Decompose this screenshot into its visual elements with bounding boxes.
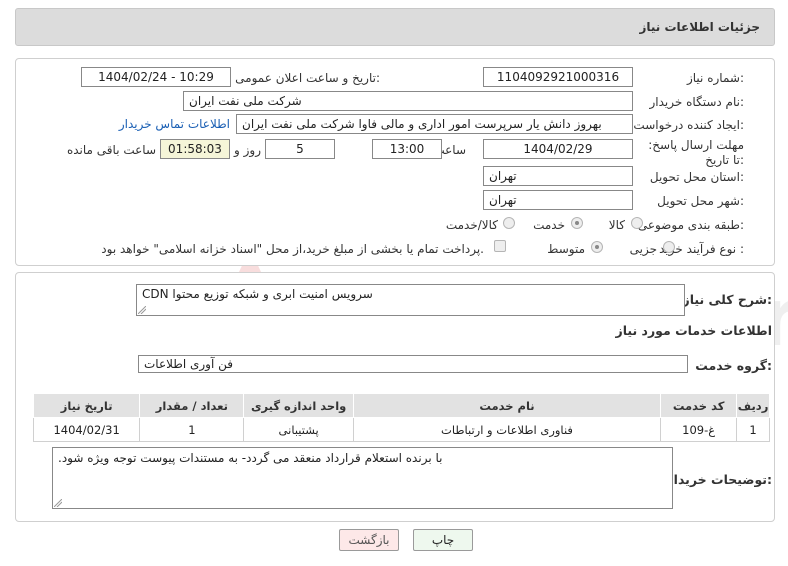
table-header-row: ردیف کد خدمت نام خدمت واحد اندازه گیری ت… <box>32 393 770 418</box>
buyer-org-field[interactable]: شرکت ملی نفت ایران <box>183 91 633 111</box>
treasury-payment-checkbox[interactable] <box>494 240 506 252</box>
category-label: طبقه بندی موضوعی: <box>637 218 744 232</box>
buyer-contact-link[interactable]: اطلاعات تماس خریدار <box>119 117 230 131</box>
process-option-medium: متوسط <box>547 242 585 256</box>
column-header-unit: واحد اندازه گیری <box>243 393 354 418</box>
column-header-service-name: نام خدمت <box>352 393 662 418</box>
creator-field[interactable]: بهروز دانش یار سرپرست امور اداری و مالی … <box>236 114 633 134</box>
cell-row-number: 1 <box>736 417 770 442</box>
need-number-label: شماره نیاز: <box>686 71 744 85</box>
days-label: روز و <box>234 143 261 157</box>
services-section-title: اطلاعات خدمات مورد نیاز <box>615 323 773 338</box>
deadline-label-text: مهلت ارسال پاسخ: تا تاریخ: <box>648 138 744 167</box>
cell-service-code: غ-109 <box>660 417 738 442</box>
buyer-notes-resize-icon[interactable] <box>54 499 62 507</box>
category-option-goods-service: کالا/خدمت <box>445 218 498 232</box>
deadline-label: مهلت ارسال پاسخ: تا تاریخ: <box>644 138 744 168</box>
category-option-service: خدمت <box>533 218 565 232</box>
services-table: ردیف کد خدمت نام خدمت واحد اندازه گیری ت… <box>32 393 770 442</box>
deadline-time-field[interactable]: 13:00 <box>372 139 442 159</box>
city-field[interactable]: تهران <box>483 190 633 210</box>
announce-field[interactable]: 1404/02/24 - 10:29 <box>81 67 231 87</box>
announce-label: تاریخ و ساعت اعلان عمومی: <box>235 71 380 85</box>
cell-need-date: 1404/02/31 <box>32 417 141 442</box>
column-header-row-number: ردیف <box>736 393 770 418</box>
column-header-quantity: تعداد / مقدار <box>139 393 245 418</box>
service-group-label: گروه خدمت: <box>695 358 772 373</box>
process-radio-medium[interactable] <box>591 241 603 253</box>
page-header: جزئیات اطلاعات نیاز <box>15 8 775 46</box>
buyer-notes-textarea[interactable]: با برنده استعلام قرارداد منعقد می گردد- … <box>52 447 673 509</box>
buyer-notes-label: توضیحات خریدار: <box>666 472 772 487</box>
category-option-goods: کالا <box>608 218 625 232</box>
buyer-org-label: نام دستگاه خریدار: <box>649 95 745 109</box>
category-radio-goods[interactable] <box>631 217 643 229</box>
summary-label: شرح کلی نیاز: <box>682 292 773 307</box>
process-radio-minor[interactable] <box>663 241 675 253</box>
buyer-notes-text: با برنده استعلام قرارداد منعقد می گردد- … <box>58 451 443 465</box>
print-button[interactable]: چاپ <box>413 529 473 551</box>
deadline-date-field[interactable]: 1404/02/29 <box>483 139 633 159</box>
city-label: شهر محل تحویل: <box>657 194 744 208</box>
category-radio-goods-service[interactable] <box>503 217 515 229</box>
remaining-time-field: 01:58:03 <box>160 139 230 159</box>
creator-label: ایجاد کننده درخواست: <box>633 118 744 132</box>
summary-resize-icon[interactable] <box>138 306 146 314</box>
page-title: جزئیات اطلاعات نیاز <box>639 20 760 34</box>
cell-quantity: 1 <box>139 417 245 442</box>
treasury-payment-note: پرداخت تمام یا بخشی از مبلغ خرید،از محل … <box>101 242 484 256</box>
province-field[interactable]: تهران <box>483 166 633 186</box>
cell-service-name: فناوری اطلاعات و ارتباطات <box>352 417 662 442</box>
cell-unit: پشتیبانی <box>243 417 354 442</box>
category-radio-service[interactable] <box>571 217 583 229</box>
column-header-need-date: تاریخ نیاز <box>32 393 141 418</box>
back-button[interactable]: بازگشت <box>339 529 399 551</box>
province-label: استان محل تحویل: <box>649 170 744 184</box>
process-option-minor: جزیی <box>629 242 657 256</box>
summary-textarea[interactable]: سرویس امنیت ابری و شبکه توزیع محتوا CDN <box>136 284 685 316</box>
need-number-field[interactable]: 1104092921000316 <box>483 67 633 87</box>
days-remaining-field[interactable]: 5 <box>265 139 335 159</box>
table-row[interactable]: 1 غ-109 فناوری اطلاعات و ارتباطات پشتیبا… <box>32 417 770 442</box>
summary-text: سرویس امنیت ابری و شبکه توزیع محتوا CDN <box>142 287 373 301</box>
remaining-label: ساعت باقی مانده <box>66 143 156 157</box>
service-group-field[interactable]: فن آوری اطلاعات <box>138 355 688 373</box>
column-header-service-code: کد خدمت <box>660 393 738 418</box>
